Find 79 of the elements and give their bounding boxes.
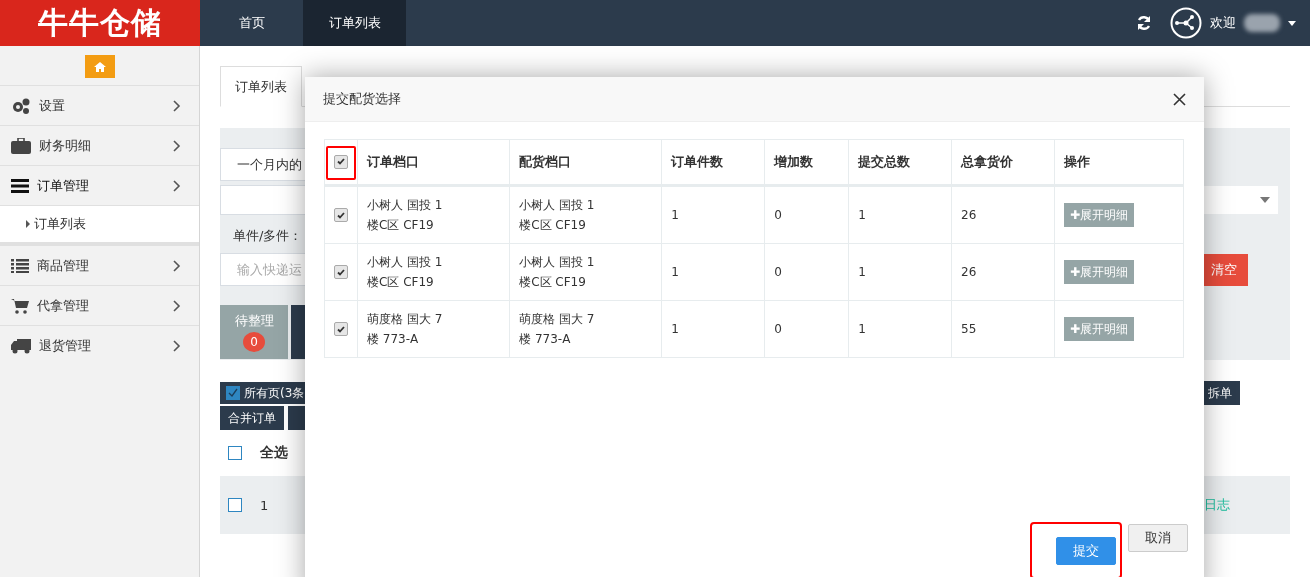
checkmark-icon bbox=[337, 158, 345, 166]
checkbox[interactable] bbox=[334, 322, 348, 337]
select-all-label: 全选 bbox=[260, 444, 288, 462]
table-cell: 1 bbox=[858, 265, 866, 279]
column-header: 提交总数 bbox=[848, 139, 952, 186]
table-cell-text: 萌度格 国大 7 楼 773-A bbox=[519, 311, 596, 348]
column-header: 配货档口 bbox=[509, 139, 662, 186]
table-cell-text: 小树人 国投 1 楼C区 CF19 bbox=[519, 197, 596, 234]
chevron-icon bbox=[173, 99, 181, 112]
count-badge: 0 bbox=[243, 332, 265, 352]
sidebar-subitem[interactable]: 订单列表 bbox=[0, 205, 199, 245]
checkmark-icon bbox=[337, 268, 345, 276]
table-cell: 55 bbox=[961, 322, 977, 336]
dialog-title: 提交配货选择 bbox=[323, 90, 401, 108]
table-cell-text: 小树人 国投 1 楼C区 CF19 bbox=[519, 254, 596, 291]
column-header: 订单档口 bbox=[357, 139, 510, 186]
field-label: 单件/多件： bbox=[232, 227, 303, 245]
table-cell: 1 bbox=[671, 208, 679, 222]
table-cell: 0 bbox=[774, 265, 782, 279]
refresh-icon[interactable] bbox=[1136, 15, 1152, 31]
menu-icon bbox=[11, 178, 29, 193]
toolbar-button[interactable] bbox=[288, 406, 308, 430]
table-cell: 26 bbox=[961, 208, 977, 222]
table-cell-text: 萌度格 国大 7 楼 773-A bbox=[367, 311, 444, 348]
logo[interactable]: 牛牛仓储 bbox=[0, 0, 200, 46]
split-button[interactable]: 拆单 bbox=[1204, 381, 1240, 405]
sidebar-item[interactable]: 设置 bbox=[0, 85, 199, 125]
chevron-icon bbox=[173, 339, 181, 352]
merge-button[interactable]: 合并订单 bbox=[220, 406, 284, 430]
cancel-button[interactable]: 取消 bbox=[1128, 524, 1188, 552]
sidebar-item[interactable]: 商品管理 bbox=[0, 245, 199, 285]
status-tile[interactable]: 待整理 0 bbox=[220, 305, 288, 359]
checkbox[interactable] bbox=[228, 446, 242, 460]
nav-tab[interactable]: 首页 bbox=[200, 0, 303, 46]
table-cell: 1 bbox=[858, 322, 866, 336]
sidebar-item[interactable]: 退货管理 bbox=[0, 325, 199, 365]
column-header: 总拿货价 bbox=[951, 139, 1055, 186]
table-cell: 26 bbox=[961, 265, 977, 279]
list-icon bbox=[11, 258, 29, 273]
table-cell-text: 小树人 国投 1 楼C区 CF19 bbox=[367, 254, 444, 291]
checkbox[interactable] bbox=[226, 386, 240, 400]
table-cell-text: 小树人 国投 1 楼C区 CF19 bbox=[367, 197, 444, 234]
home-icon bbox=[93, 61, 106, 72]
checkmark-icon bbox=[337, 211, 345, 219]
avatar-icon[interactable] bbox=[1170, 7, 1202, 39]
chevron-icon bbox=[173, 299, 181, 312]
checkbox[interactable] bbox=[228, 498, 242, 512]
truck-icon bbox=[11, 337, 31, 354]
blurred-name bbox=[1244, 14, 1280, 32]
column-header: 增加数 bbox=[764, 139, 849, 186]
sidebar-item[interactable]: 财务明细 bbox=[0, 125, 199, 165]
welcome-text[interactable]: 欢迎 bbox=[1210, 14, 1236, 32]
caret-icon bbox=[26, 220, 30, 228]
checkbox[interactable] bbox=[334, 154, 348, 169]
table-cell: 0 bbox=[774, 208, 782, 222]
page-tab[interactable]: 订单列表 bbox=[220, 66, 302, 107]
checkbox[interactable] bbox=[334, 208, 348, 223]
close-button[interactable] bbox=[1173, 92, 1186, 106]
column-header: 订单件数 bbox=[661, 139, 765, 186]
cart-icon bbox=[11, 297, 29, 314]
sidebar-item[interactable]: 代拿管理 bbox=[0, 285, 199, 325]
checkmark-icon bbox=[228, 388, 238, 398]
chevron-icon bbox=[173, 179, 181, 192]
nav-tab[interactable]: 订单列表 bbox=[303, 0, 406, 46]
chevron-icon bbox=[173, 139, 181, 152]
gears-icon bbox=[11, 96, 31, 115]
briefcase-icon bbox=[11, 137, 31, 154]
checkbox[interactable] bbox=[334, 265, 348, 280]
table-cell: 1 bbox=[671, 265, 679, 279]
table-cell: 1 bbox=[671, 322, 679, 336]
caret-icon bbox=[1260, 197, 1270, 203]
row-index: 1 bbox=[260, 497, 269, 513]
table-cell: 0 bbox=[774, 322, 782, 336]
all-pages-label: 所有页(3条 bbox=[244, 384, 305, 402]
column-header: 操作 bbox=[1054, 139, 1184, 186]
table-cell: 1 bbox=[858, 208, 866, 222]
checkmark-icon bbox=[337, 325, 345, 333]
caret-icon[interactable] bbox=[1288, 20, 1296, 26]
chevron-icon bbox=[173, 259, 181, 272]
